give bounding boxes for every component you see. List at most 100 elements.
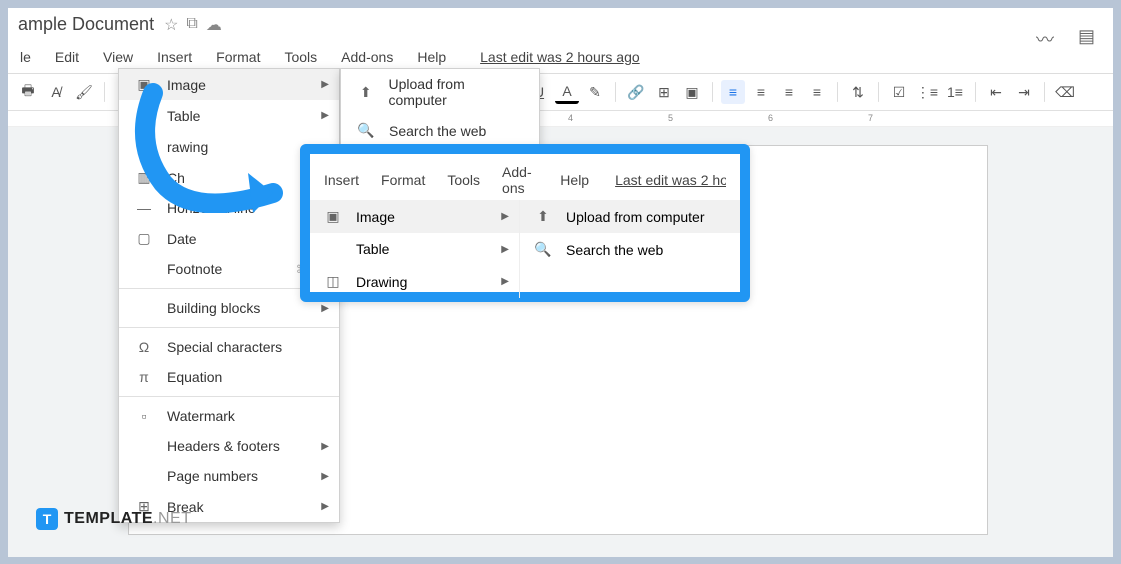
- clear-format-icon[interactable]: ⌫: [1053, 80, 1077, 104]
- image-icon[interactable]: ▣: [680, 80, 704, 104]
- separator: [1044, 82, 1045, 102]
- callout-image[interactable]: ▣Image▶: [310, 200, 519, 233]
- link-icon[interactable]: 🔗: [624, 80, 648, 104]
- align-right-icon[interactable]: ≡: [777, 80, 801, 104]
- menu-file[interactable]: le: [18, 45, 33, 69]
- insert-watermark[interactable]: ▫Watermark: [119, 401, 339, 431]
- chevron-right-icon: ▶: [321, 471, 329, 482]
- label: Equation: [167, 369, 222, 385]
- comment-icon[interactable]: ⊞: [652, 80, 676, 104]
- spellcheck-icon[interactable]: A̸: [44, 80, 68, 104]
- label: Search the web: [389, 123, 486, 139]
- label: Table: [356, 241, 389, 257]
- ruler-tick: 6: [768, 113, 773, 123]
- menu-edit[interactable]: Edit: [53, 45, 81, 69]
- numbered-list-icon[interactable]: 1≡: [943, 80, 967, 104]
- align-justify-icon[interactable]: ≡: [805, 80, 829, 104]
- label: Watermark: [167, 408, 235, 424]
- checklist-icon[interactable]: ☑: [887, 80, 911, 104]
- insert-table[interactable]: ▦Table▶: [119, 100, 339, 131]
- chevron-right-icon: ▶: [321, 303, 329, 314]
- comments-icon[interactable]: ▤: [1078, 26, 1095, 52]
- title-bar: ample Document ☆ ⧉ ☁: [8, 8, 1113, 41]
- label: Upload from computer: [566, 209, 705, 225]
- insert-page-numbers[interactable]: Page numbers ▶: [119, 461, 339, 491]
- callout-table[interactable]: Table▶: [310, 233, 519, 265]
- menu-tools[interactable]: Tools: [282, 45, 319, 69]
- upload-icon: ⬆: [357, 84, 374, 101]
- callout-menu-tools[interactable]: Tools: [447, 172, 480, 188]
- insert-equation[interactable]: πEquation: [119, 362, 339, 392]
- menu-insert[interactable]: Insert: [155, 45, 194, 69]
- paint-format-icon[interactable]: 🖌: [72, 80, 96, 104]
- chevron-right-icon: ▶: [501, 211, 509, 222]
- label: Page numbers: [167, 468, 258, 484]
- callout-menu-addons[interactable]: Add-ons: [502, 164, 538, 196]
- callout-col1: ▣Image▶ Table▶ ◫Drawing▶: [310, 200, 520, 298]
- chart-icon: ▥: [135, 169, 153, 186]
- chevron-right-icon: ▶: [321, 79, 329, 90]
- line-icon: —: [135, 200, 153, 216]
- label: Ch: [167, 170, 185, 186]
- menu-view[interactable]: View: [101, 45, 135, 69]
- label: Building blocks: [167, 300, 260, 316]
- drawing-icon: ◫: [324, 273, 342, 290]
- ruler-tick: 5: [668, 113, 673, 123]
- insert-headers-footers[interactable]: Headers & footers▶: [119, 431, 339, 461]
- document-title[interactable]: ample Document: [18, 14, 154, 35]
- callout-menu-insert[interactable]: Insert: [324, 172, 359, 188]
- separator: [104, 82, 105, 102]
- callout-menubar: Insert Format Tools Add-ons Help Last ed…: [310, 154, 740, 200]
- label: Date: [167, 231, 197, 247]
- highlight-icon[interactable]: ✎: [583, 80, 607, 104]
- line-spacing-icon[interactable]: ⇅: [846, 80, 870, 104]
- image-submenu: ⬆ Upload from computer 🔍 Search the web: [340, 68, 540, 147]
- callout-drawing[interactable]: ◫ Drawing ▶: [310, 265, 519, 298]
- callout-upload[interactable]: ⬆Upload from computer: [520, 200, 740, 233]
- menu-addons[interactable]: Add-ons: [339, 45, 395, 69]
- callout-menu-help[interactable]: Help: [560, 172, 589, 188]
- bullet-list-icon[interactable]: ⋮≡: [915, 80, 939, 104]
- callout-last-edit[interactable]: Last edit was 2 hours ago: [615, 172, 726, 188]
- label: Footnote: [167, 261, 222, 277]
- callout-menu-format[interactable]: Format: [381, 172, 425, 188]
- label: Horizontal line: [167, 200, 256, 216]
- chevron-right-icon: ▶: [321, 501, 329, 512]
- table-icon: ▦: [135, 107, 153, 124]
- activity-icon[interactable]: 〰: [1036, 26, 1054, 52]
- divider: [119, 396, 339, 397]
- cloud-icon[interactable]: ☁: [206, 15, 222, 35]
- image-icon: ▣: [135, 76, 153, 93]
- calendar-icon: ▢: [135, 230, 153, 247]
- callout-body: ▣Image▶ Table▶ ◫Drawing▶ ⬆Upload from co…: [310, 200, 740, 298]
- text-color-icon[interactable]: A: [555, 80, 579, 104]
- callout-search[interactable]: 🔍Search the web: [520, 233, 740, 266]
- insert-image[interactable]: ▣ Image ▶: [119, 69, 339, 100]
- label: Special characters: [167, 339, 282, 355]
- label: Image: [167, 77, 206, 93]
- label: Upload from computer: [388, 76, 523, 108]
- align-left-icon[interactable]: ≡: [721, 80, 745, 104]
- separator: [975, 82, 976, 102]
- star-icon[interactable]: ☆: [164, 15, 178, 35]
- ruler-tick: 4: [568, 113, 573, 123]
- search-icon: 🔍: [357, 122, 375, 139]
- upload-from-computer[interactable]: ⬆ Upload from computer: [341, 69, 539, 115]
- insert-special-chars[interactable]: Ω Special characters: [119, 332, 339, 362]
- divider: [119, 327, 339, 328]
- callout-col2: ⬆Upload from computer 🔍Search the web: [520, 200, 740, 298]
- top-right-icons: 〰 ▤: [1036, 26, 1095, 52]
- separator: [878, 82, 879, 102]
- move-icon[interactable]: ⧉: [186, 15, 197, 35]
- menu-help[interactable]: Help: [415, 45, 448, 69]
- menu-format[interactable]: Format: [214, 45, 262, 69]
- indent-increase-icon[interactable]: ⇥: [1012, 80, 1036, 104]
- label: Drawing: [356, 274, 407, 290]
- print-icon[interactable]: 🖶: [16, 80, 40, 104]
- last-edit-link[interactable]: Last edit was 2 hours ago: [480, 49, 640, 65]
- chevron-right-icon: ▶: [501, 276, 509, 287]
- omega-icon: Ω: [135, 339, 153, 355]
- indent-decrease-icon[interactable]: ⇤: [984, 80, 1008, 104]
- align-center-icon[interactable]: ≡: [749, 80, 773, 104]
- search-the-web[interactable]: 🔍 Search the web: [341, 115, 539, 146]
